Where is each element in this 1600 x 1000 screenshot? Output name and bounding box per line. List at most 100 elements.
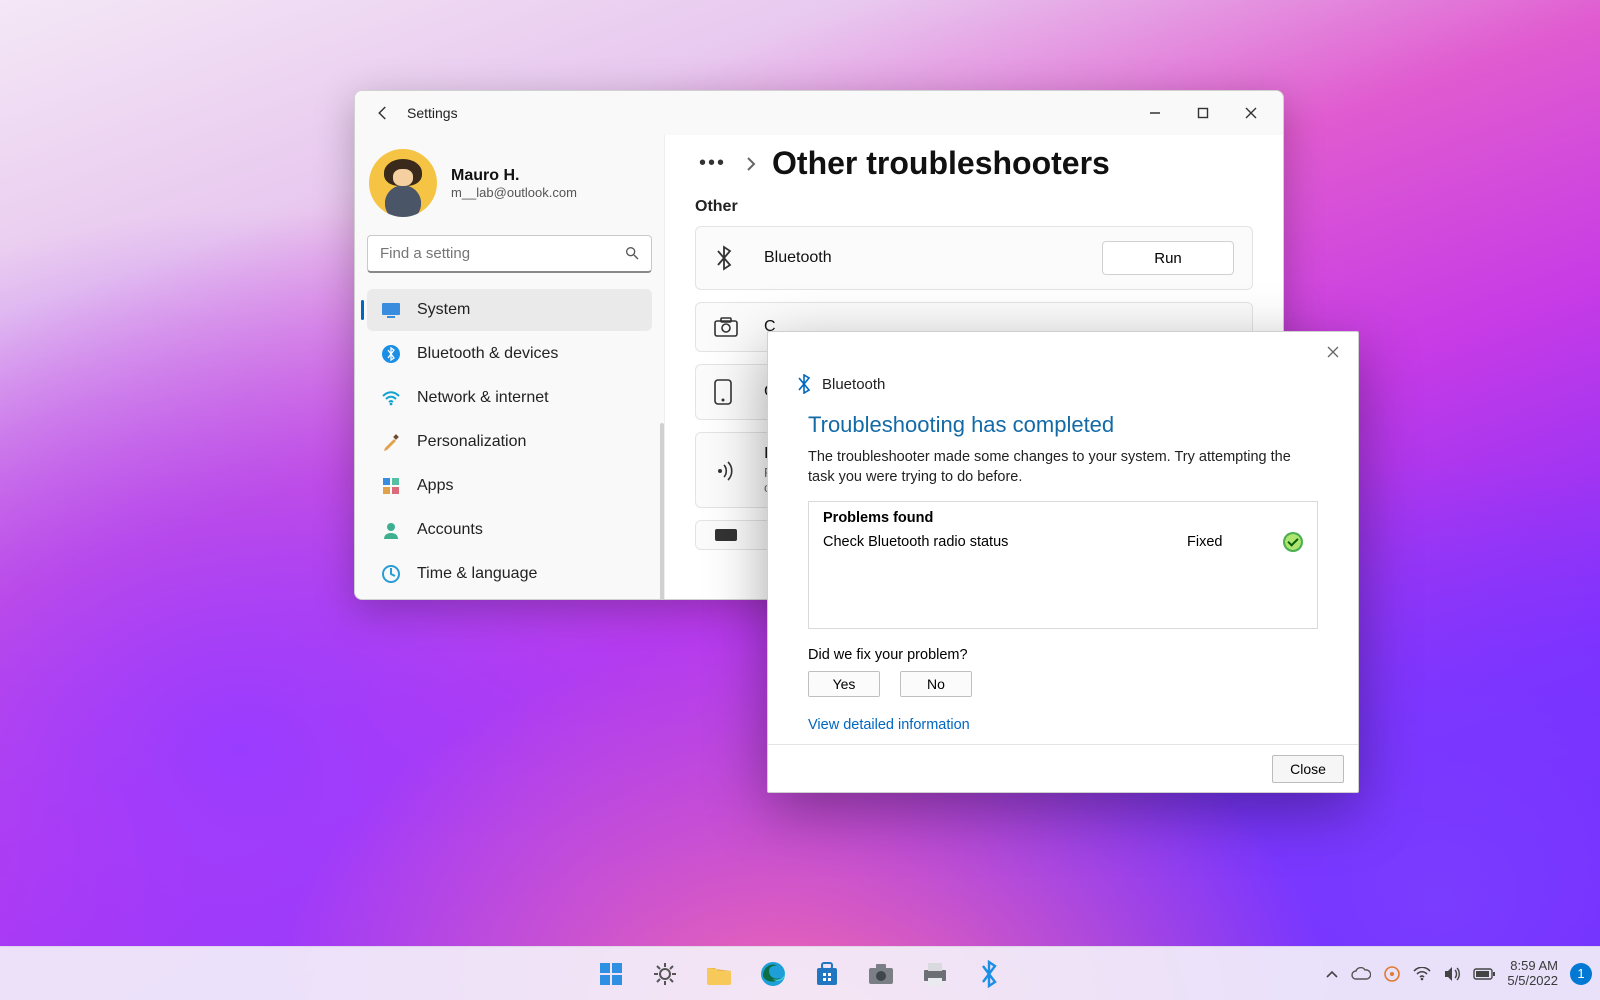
problem-row: Check Bluetooth radio status Fixed bbox=[823, 532, 1303, 552]
window-title: Settings bbox=[407, 105, 458, 121]
taskbar-settings[interactable] bbox=[643, 952, 687, 996]
wifi-icon bbox=[1413, 967, 1431, 981]
sidebar-item-label: Personalization bbox=[417, 433, 526, 451]
dialog-app-name: Bluetooth bbox=[822, 376, 885, 393]
avatar bbox=[369, 149, 437, 217]
tray-clock[interactable]: 8:59 AM 5/5/2022 bbox=[1507, 959, 1558, 989]
tray-volume[interactable] bbox=[1443, 966, 1461, 982]
user-email: m__lab@outlook.com bbox=[451, 185, 577, 200]
taskbar-camera[interactable] bbox=[859, 952, 903, 996]
printer-icon bbox=[921, 961, 949, 987]
card-label: Bluetooth bbox=[764, 249, 832, 267]
dialog-heading: Troubleshooting has completed bbox=[808, 412, 1318, 438]
sidebar-item-label: Apps bbox=[417, 477, 453, 495]
taskbar-store[interactable] bbox=[805, 952, 849, 996]
phone-icon bbox=[714, 379, 742, 405]
dialog-body: The troubleshooter made some changes to … bbox=[808, 448, 1318, 487]
maximize-icon bbox=[1197, 107, 1209, 119]
close-button[interactable] bbox=[1227, 95, 1275, 131]
sidebar-item-label: System bbox=[417, 301, 470, 319]
breadcrumb: ••• Other troubleshooters bbox=[695, 145, 1253, 182]
fix-question: Did we fix your problem? bbox=[808, 647, 1318, 663]
sidebar-item-personalization[interactable]: Personalization bbox=[367, 421, 652, 463]
section-heading: Other bbox=[695, 198, 1253, 216]
dialog-close-button[interactable] bbox=[1316, 338, 1350, 366]
taskbar-explorer[interactable] bbox=[697, 952, 741, 996]
maximize-button[interactable] bbox=[1179, 95, 1227, 131]
sidebar-item-label: Accounts bbox=[417, 521, 483, 539]
windows-logo-icon bbox=[598, 961, 624, 987]
problem-status: Fixed bbox=[1187, 534, 1277, 550]
search-input[interactable] bbox=[367, 235, 652, 273]
sidebar-item-time-language[interactable]: Time & language bbox=[367, 553, 652, 595]
chevron-right-icon bbox=[746, 157, 756, 171]
dialog-close-footer-button[interactable]: Close bbox=[1272, 755, 1344, 783]
camera-icon bbox=[714, 317, 742, 337]
notification-badge[interactable]: 1 bbox=[1570, 963, 1592, 985]
sidebar-item-network[interactable]: Network & internet bbox=[367, 377, 652, 419]
sidebar-item-label: Time & language bbox=[417, 565, 537, 583]
tray-onedrive[interactable] bbox=[1351, 967, 1371, 981]
view-detail-link[interactable]: View detailed information bbox=[808, 717, 970, 733]
tray-wifi[interactable] bbox=[1413, 967, 1431, 981]
bluetooth-icon bbox=[381, 344, 401, 364]
close-icon bbox=[1245, 107, 1257, 119]
run-button[interactable]: Run bbox=[1102, 241, 1234, 275]
sidebar-item-apps[interactable]: Apps bbox=[367, 465, 652, 507]
tray-battery[interactable] bbox=[1473, 968, 1495, 980]
no-button[interactable]: No bbox=[900, 671, 972, 697]
system-icon bbox=[381, 300, 401, 320]
sidebar-item-system[interactable]: System bbox=[367, 289, 652, 331]
breadcrumb-more[interactable]: ••• bbox=[695, 146, 730, 181]
battery-icon bbox=[1473, 968, 1495, 980]
tray-update[interactable] bbox=[1383, 965, 1401, 983]
sidebar: Mauro H. m__lab@outlook.com System Bluet… bbox=[355, 135, 665, 599]
person-icon bbox=[381, 520, 401, 540]
update-icon bbox=[1383, 965, 1401, 983]
close-icon bbox=[1327, 346, 1339, 358]
tray-date: 5/5/2022 bbox=[1507, 974, 1558, 989]
problems-heading: Problems found bbox=[823, 510, 1303, 526]
brush-icon bbox=[381, 432, 401, 452]
problems-box: Problems found Check Bluetooth radio sta… bbox=[808, 501, 1318, 629]
gear-icon bbox=[652, 961, 678, 987]
problem-name: Check Bluetooth radio status bbox=[823, 534, 1187, 550]
bluetooth-icon bbox=[796, 374, 812, 394]
troubleshooter-card-bluetooth: Bluetooth Run bbox=[695, 226, 1253, 290]
minimize-button[interactable] bbox=[1131, 95, 1179, 131]
nav-list: System Bluetooth & devices Network & int… bbox=[361, 289, 658, 595]
tray-time: 8:59 AM bbox=[1507, 959, 1558, 974]
signal-icon bbox=[714, 459, 742, 481]
search-icon bbox=[624, 245, 640, 261]
taskbar-printer[interactable] bbox=[913, 952, 957, 996]
start-button[interactable] bbox=[589, 952, 633, 996]
system-tray: 8:59 AM 5/5/2022 1 bbox=[1325, 959, 1600, 989]
chevron-up-icon bbox=[1325, 967, 1339, 981]
wifi-icon bbox=[381, 388, 401, 408]
titlebar: Settings bbox=[355, 91, 1283, 135]
edge-icon bbox=[759, 960, 787, 988]
taskbar-edge[interactable] bbox=[751, 952, 795, 996]
user-name: Mauro H. bbox=[451, 167, 577, 185]
store-icon bbox=[814, 961, 840, 987]
folder-icon bbox=[705, 962, 733, 986]
tray-overflow[interactable] bbox=[1325, 967, 1339, 981]
sidebar-item-accounts[interactable]: Accounts bbox=[367, 509, 652, 551]
sidebar-item-bluetooth-devices[interactable]: Bluetooth & devices bbox=[367, 333, 652, 375]
globe-clock-icon bbox=[381, 564, 401, 584]
bluetooth-icon bbox=[979, 960, 999, 988]
back-button[interactable] bbox=[363, 95, 403, 131]
yes-button[interactable]: Yes bbox=[808, 671, 880, 697]
camera-icon bbox=[867, 963, 895, 985]
apps-icon bbox=[381, 476, 401, 496]
bluetooth-icon bbox=[714, 245, 742, 271]
user-card[interactable]: Mauro H. m__lab@outlook.com bbox=[361, 145, 658, 235]
troubleshooter-dialog: Bluetooth Troubleshooting has completed … bbox=[767, 331, 1359, 793]
cloud-icon bbox=[1351, 967, 1371, 981]
arrow-left-icon bbox=[374, 104, 392, 122]
speaker-icon bbox=[1443, 966, 1461, 982]
taskbar-bluetooth[interactable] bbox=[967, 952, 1011, 996]
keyboard-icon bbox=[714, 528, 742, 542]
sidebar-item-label: Bluetooth & devices bbox=[417, 345, 558, 363]
sidebar-scrollbar[interactable] bbox=[660, 423, 664, 600]
